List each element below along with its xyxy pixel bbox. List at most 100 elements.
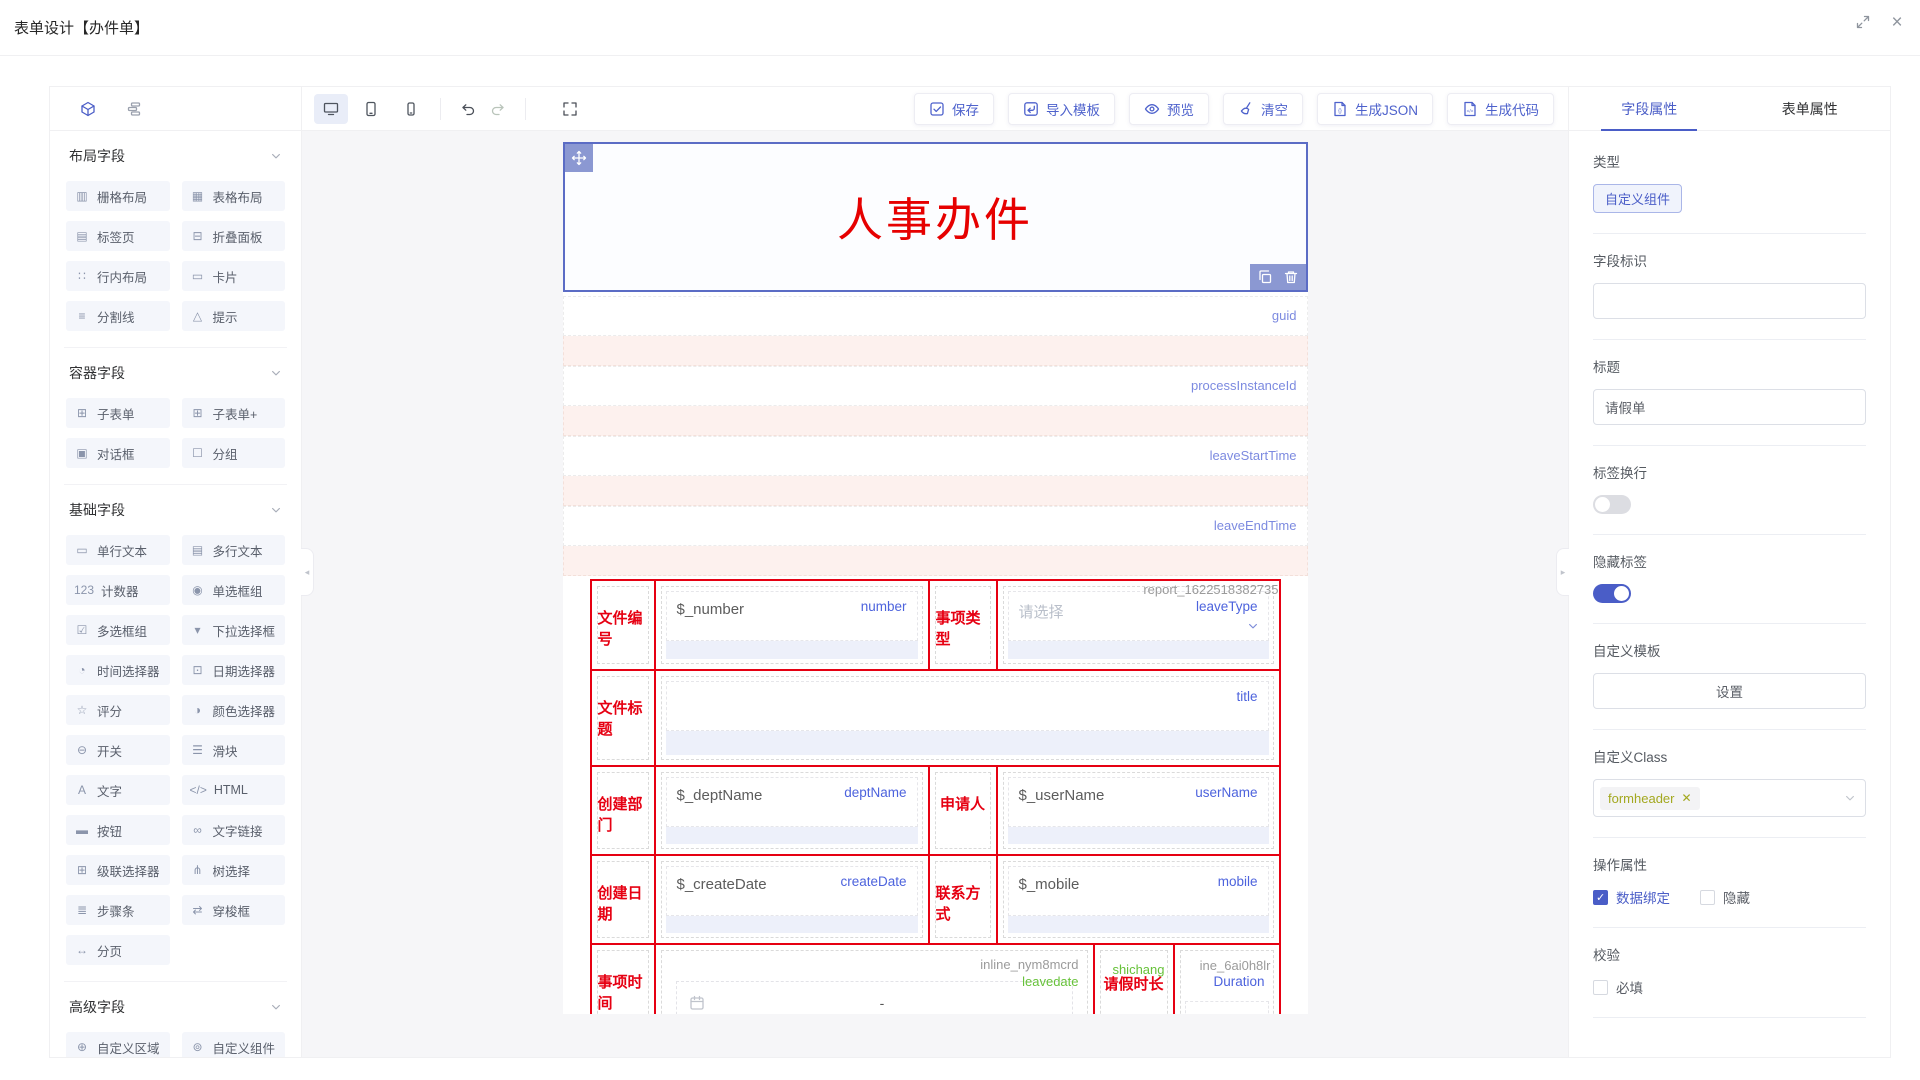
inline-container-component[interactable]: inline_nym8mcrdleavedate- <box>661 950 1088 1014</box>
palette-item[interactable]: ▤ 标签页 <box>66 221 170 251</box>
palette-item[interactable]: ⊡ 日期选择器 <box>182 655 286 685</box>
palette-item[interactable]: ≣ 步骤条 <box>66 895 170 925</box>
form-table-cell[interactable]: $_numbernumber <box>656 581 930 669</box>
trash-icon[interactable] <box>1283 269 1299 285</box>
palette-item[interactable]: ⋔ 树选择 <box>182 855 286 885</box>
palette-item[interactable]: ∞ 文字链接 <box>182 815 286 845</box>
duration-field-component[interactable]: ine_6ai0h8lrDuration <box>1180 950 1274 1014</box>
field-label-cell[interactable]: 文件编号 <box>597 586 649 664</box>
palette-section-header[interactable]: 高级字段 <box>64 982 287 1026</box>
input-field-component[interactable]: $_userNameuserName <box>1003 772 1274 849</box>
palette-item[interactable]: ▭ 单行文本 <box>66 535 170 565</box>
palette-item[interactable]: ⊕ 自定义区域 <box>66 1032 170 1057</box>
field-label-cell[interactable]: 事项类型 <box>935 586 991 664</box>
settings-button[interactable]: 设置 <box>1593 673 1866 709</box>
form-table-cell[interactable]: 联系方式 <box>930 856 998 943</box>
text-input[interactable]: $_createDatecreateDate <box>666 866 918 916</box>
field-label-cell[interactable]: 申请人 <box>935 772 991 849</box>
field-label-cell[interactable]: 文件标题 <box>597 676 649 760</box>
form-table-cell[interactable]: 创建日期 <box>592 856 656 943</box>
form-canvas[interactable]: 人事办件 guid processInstanceId leaveStartTi… <box>302 131 1568 1057</box>
palette-item[interactable]: ↔ 分页 <box>66 935 170 965</box>
remove-tag-icon[interactable]: ✕ <box>1681 791 1691 805</box>
toolbar-action-button[interactable]: </> 生成代码 <box>1447 93 1554 125</box>
form-table-cell[interactable]: $_mobilemobile <box>998 856 1281 943</box>
palette-section-header[interactable]: 布局字段 <box>64 131 287 175</box>
hidden-field-component[interactable]: leaveStartTime <box>563 436 1308 476</box>
palette-item[interactable]: A 文字 <box>66 775 170 805</box>
palette-item[interactable]: </> HTML <box>182 775 286 805</box>
undo-icon[interactable] <box>453 101 483 117</box>
collapse-right-panel-handle[interactable] <box>1556 548 1569 596</box>
hidden-field-row[interactable]: leaveStartTime <box>563 436 1308 506</box>
redo-icon[interactable] <box>483 101 513 117</box>
field-id-input[interactable] <box>1593 283 1866 319</box>
form-table-cell[interactable]: 申请人 <box>930 767 998 854</box>
palette-item[interactable]: ⇄ 穿梭框 <box>182 895 286 925</box>
palette-item[interactable]: ⊖ 开关 <box>66 735 170 765</box>
checkbox-hidden[interactable]: 隐藏 <box>1700 887 1750 907</box>
form-table-cell[interactable]: 事项时间 <box>592 945 656 1014</box>
form-table-cell[interactable]: 事项类型 <box>930 581 998 669</box>
palette-item[interactable]: ◑ 颜色选择器 <box>182 695 286 725</box>
field-label-cell[interactable]: 联系方式 <box>935 861 991 938</box>
palette-item[interactable]: ▣ 对话框 <box>66 438 170 468</box>
hide-label-toggle[interactable] <box>1593 584 1631 603</box>
text-input[interactable]: title <box>666 681 1269 731</box>
form-table-cell[interactable]: 文件编号 <box>592 581 656 669</box>
palette-item[interactable]: ◉ 单选框组 <box>182 575 286 605</box>
toolbar-action-button[interactable]: 预览 <box>1129 93 1209 125</box>
text-input[interactable]: $_deptNamedeptName <box>666 777 918 827</box>
palette-item[interactable]: ▤ 多行文本 <box>182 535 286 565</box>
palette-item[interactable]: ☐ 分组 <box>182 438 286 468</box>
expand-arrows-icon[interactable] <box>562 101 578 117</box>
drop-zone[interactable] <box>563 336 1308 366</box>
tab-form-properties[interactable]: 表单属性 <box>1730 87 1891 130</box>
palette-item[interactable]: ▥ 栅格布局 <box>66 181 170 211</box>
toolbar-action-button[interactable]: 清空 <box>1223 93 1303 125</box>
palette-item[interactable]: ◔ 时间选择器 <box>66 655 170 685</box>
outline-tree-icon[interactable] <box>126 101 142 117</box>
hidden-field-row[interactable]: processInstanceId <box>563 366 1308 436</box>
select-input[interactable]: 请选择leaveType <box>1008 591 1269 641</box>
toolbar-action-button[interactable]: 导入模板 <box>1008 93 1115 125</box>
palette-item[interactable]: ☑ 多选框组 <box>66 615 170 645</box>
palette-item[interactable]: ▭ 卡片 <box>182 261 286 291</box>
checkbox-required[interactable]: 必填 <box>1593 977 1643 997</box>
form-table-cell[interactable]: inline_nym8mcrdleavedate- <box>656 945 1095 1014</box>
palette-item[interactable]: 123 计数器 <box>66 575 170 605</box>
form-table-cell[interactable]: shichang请假时长 <box>1095 945 1175 1014</box>
toolbar-action-button[interactable]: {} 生成JSON <box>1317 93 1433 125</box>
drop-zone[interactable] <box>563 546 1308 576</box>
hidden-field-component[interactable]: processInstanceId <box>563 366 1308 406</box>
drop-zone[interactable] <box>563 406 1308 436</box>
input-field-component[interactable]: $_createDatecreateDate <box>661 861 923 938</box>
palette-item[interactable]: ≡ 分割线 <box>66 301 170 331</box>
hidden-field-row[interactable]: leaveEndTime <box>563 506 1308 576</box>
palette-item[interactable]: △ 提示 <box>182 301 286 331</box>
form-table-cell[interactable]: $_userNameuserName <box>998 767 1281 854</box>
toolbar-action-button[interactable]: 保存 <box>914 93 994 125</box>
components-cube-icon[interactable] <box>80 101 96 117</box>
palette-section-header[interactable]: 基础字段 <box>64 485 287 529</box>
palette-item[interactable]: ☆ 评分 <box>66 695 170 725</box>
input-field-component[interactable]: title <box>661 676 1274 760</box>
form-table-cell[interactable]: ine_6ai0h8lrDuration <box>1175 945 1281 1014</box>
palette-item[interactable]: ☰ 滑块 <box>182 735 286 765</box>
form-table-cell[interactable]: $_deptNamedeptName <box>656 767 930 854</box>
palette-item[interactable]: ⊟ 折叠面板 <box>182 221 286 251</box>
form-table-cell[interactable]: 文件标题 <box>592 671 656 765</box>
form-header-component-selected[interactable]: 人事办件 <box>563 142 1308 292</box>
input-field-component[interactable]: $_mobilemobile <box>1003 861 1274 938</box>
input-field-component[interactable]: $_numbernumber <box>661 586 923 664</box>
field-label-cell[interactable]: 创建部门 <box>597 772 649 849</box>
field-label-cell[interactable]: 事项时间 <box>597 950 649 1014</box>
select-field-component[interactable]: 请选择leaveType <box>1003 586 1274 664</box>
field-label-cell[interactable]: shichang请假时长 <box>1100 950 1168 1014</box>
label-wrap-toggle[interactable] <box>1593 495 1631 514</box>
palette-item[interactable]: ⊞ 子表单 <box>66 398 170 428</box>
tablet-icon[interactable] <box>354 94 388 124</box>
palette-item[interactable]: ▾ 下拉选择框 <box>182 615 286 645</box>
form-table-cell[interactable]: $_createDatecreateDate <box>656 856 930 943</box>
fullscreen-icon[interactable] <box>1854 13 1872 31</box>
